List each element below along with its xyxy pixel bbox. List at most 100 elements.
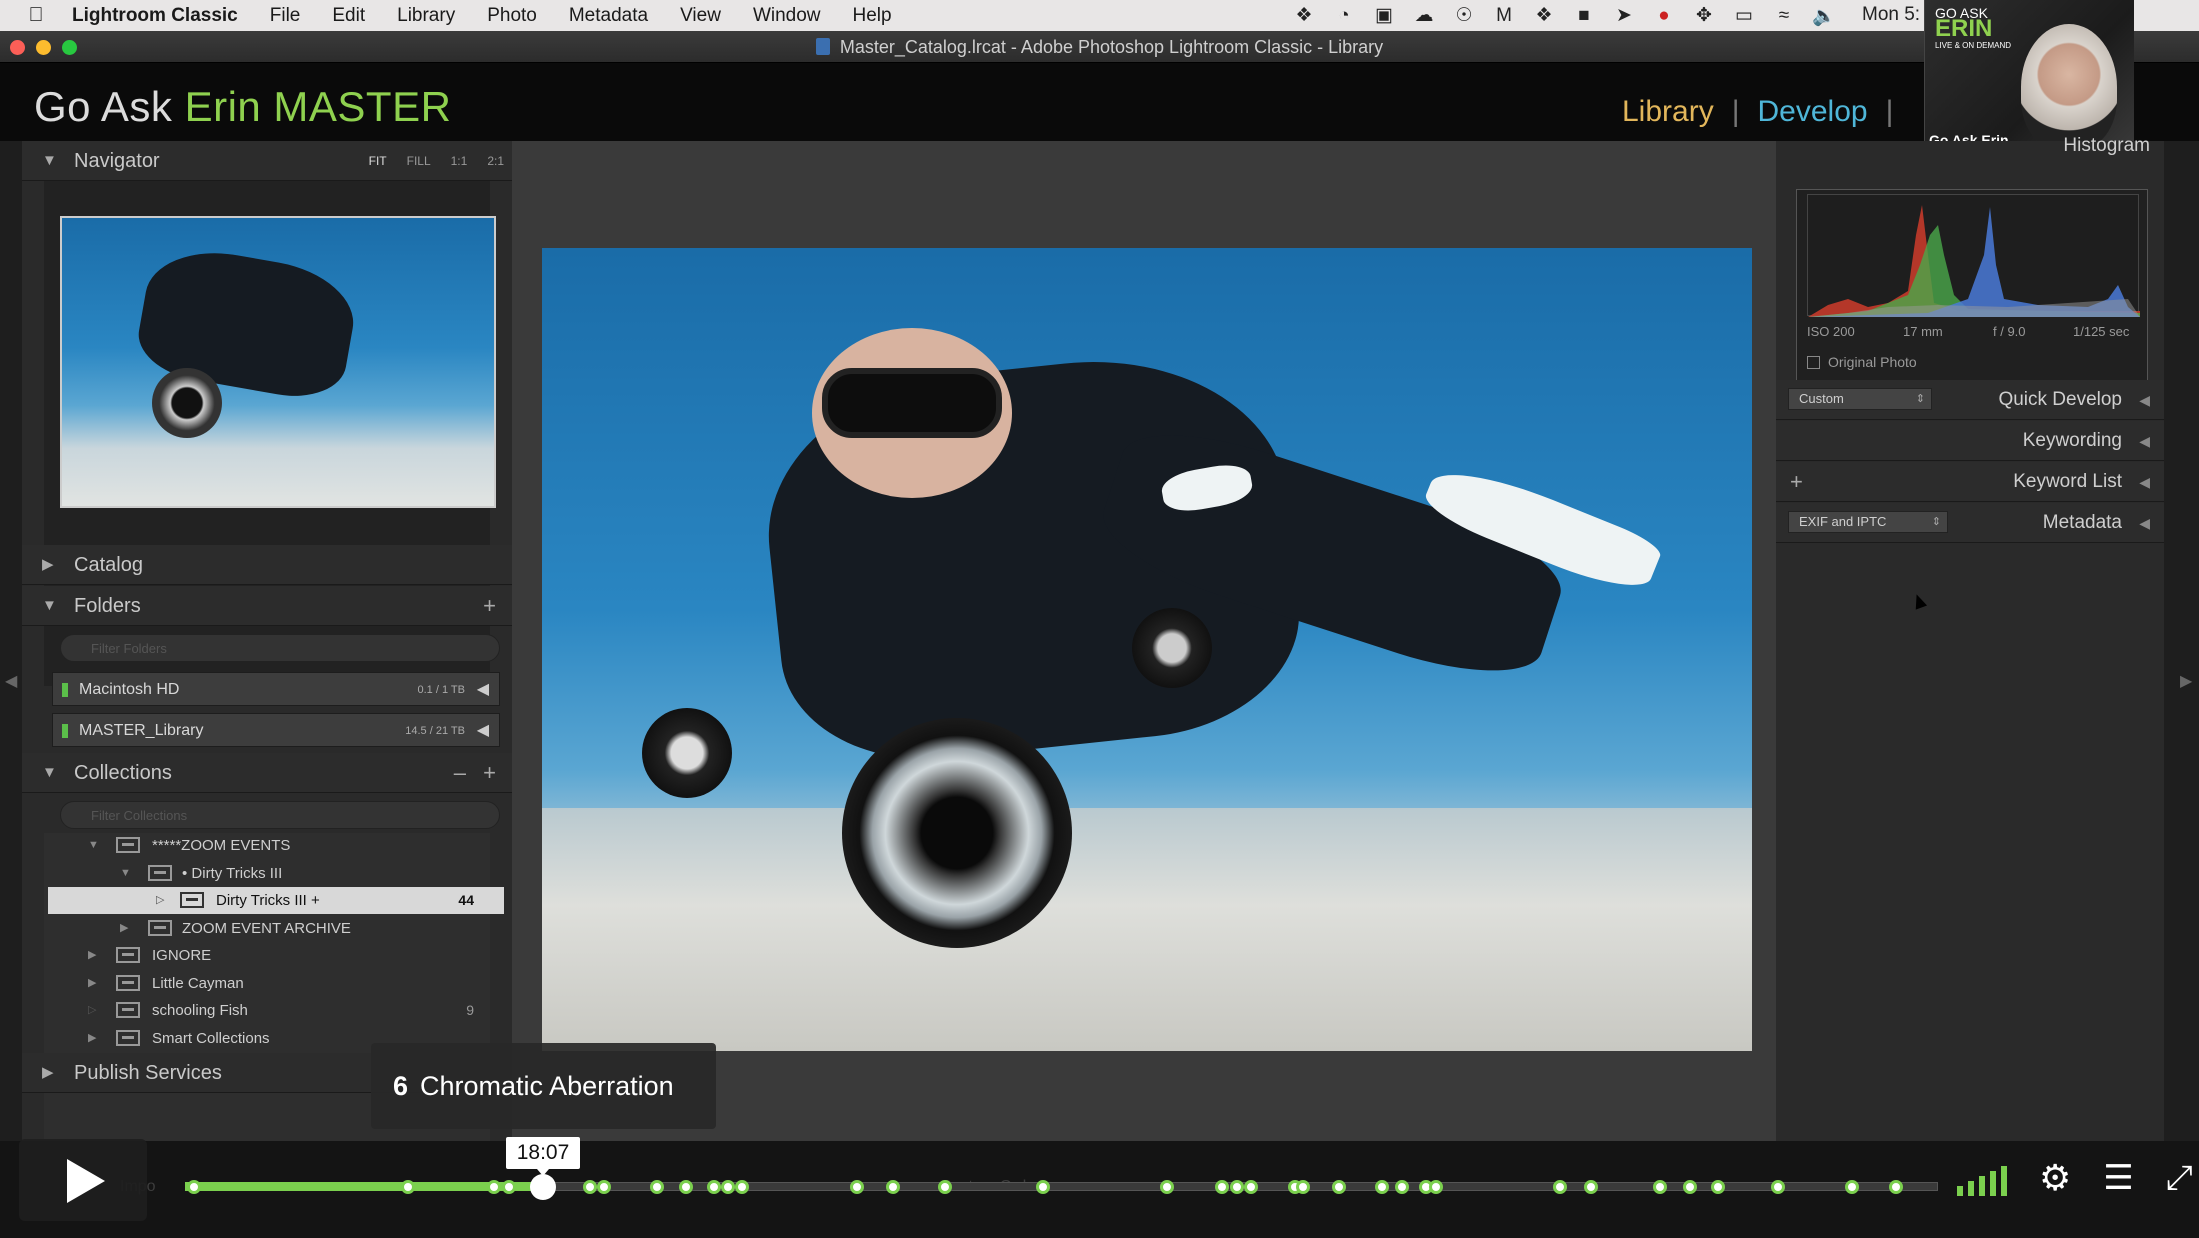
chapter-marker-dot[interactable] [1395, 1180, 1409, 1194]
password-icon[interactable]: ☉ [1450, 4, 1478, 27]
chapter-marker-dot[interactable] [583, 1180, 597, 1194]
chapter-marker-dot[interactable] [938, 1180, 952, 1194]
zoom-2-1[interactable]: 2:1 [487, 141, 504, 181]
add-keyword-plus-icon[interactable]: + [1790, 462, 1803, 502]
module-library[interactable]: Library [1622, 95, 1714, 129]
chapter-marker-dot[interactable] [735, 1180, 749, 1194]
scrubber-handle[interactable] [530, 1174, 556, 1200]
left-panel-toggle-icon[interactable]: ◀ [5, 671, 17, 691]
catalog-header[interactable]: ▶ Catalog [22, 545, 512, 585]
navigator-preview[interactable] [60, 216, 496, 508]
histogram-title[interactable]: Histogram [2063, 135, 2150, 157]
chapter-marker-dot[interactable] [1553, 1180, 1567, 1194]
chapter-marker-dot[interactable] [1889, 1180, 1903, 1194]
checkbox-icon[interactable] [1807, 356, 1820, 369]
menu-file[interactable]: File [254, 5, 317, 27]
collapse-triangle-icon[interactable]: ▼ [120, 860, 131, 887]
menu-photo[interactable]: Photo [471, 5, 553, 27]
chapter-marker-dot[interactable] [1036, 1180, 1050, 1194]
module-develop[interactable]: Develop [1758, 95, 1868, 129]
right-panel-toggle-icon[interactable]: ▶ [2180, 671, 2192, 691]
zoom-window-button[interactable] [62, 40, 77, 55]
fullscreen-icon[interactable]: ⤢ [2166, 1160, 2193, 1196]
menu-edit[interactable]: Edit [316, 5, 381, 27]
wifi-icon[interactable]: ≈ [1770, 5, 1798, 27]
play-button[interactable] [19, 1139, 147, 1221]
navigator-header[interactable]: ▼ Navigator FIT FILL 1:1 2:1 [22, 141, 512, 181]
keyword-list-header[interactable]: + Keyword List ◀ [1776, 462, 2164, 502]
expand-triangle-icon[interactable]: ▶ [120, 915, 128, 942]
chapter-marker-dot[interactable] [1375, 1180, 1389, 1194]
volume-macintosh-hd[interactable]: Macintosh HD 0.1 / 1 TB ◀ [52, 672, 500, 706]
expand-triangle-icon[interactable]: ◀ [2139, 421, 2150, 461]
keywording-header[interactable]: Keywording ◀ [1776, 421, 2164, 461]
menu-view[interactable]: View [664, 5, 737, 27]
m-app-icon[interactable]: M [1490, 5, 1518, 27]
gear-icon[interactable]: ⚙ [2039, 1160, 2071, 1196]
volume-arrow-icon[interactable]: ◀ [477, 714, 489, 748]
cloud-icon[interactable]: ☁ [1410, 4, 1438, 27]
collections-header[interactable]: ▼ Collections – + [22, 753, 512, 793]
chapter-marker-dot[interactable] [886, 1180, 900, 1194]
collection-set-ignore[interactable]: ▶ IGNORE [48, 942, 504, 969]
chapter-marker-dot[interactable] [1653, 1180, 1667, 1194]
zoom-1-1[interactable]: 1:1 [451, 141, 468, 181]
chapter-marker-dot[interactable] [1244, 1180, 1258, 1194]
menubar-clock[interactable]: Mon 5: [1862, 4, 1920, 26]
expand-triangle-icon[interactable]: ◀ [2139, 503, 2150, 543]
chapter-marker-dot[interactable] [1711, 1180, 1725, 1194]
collection-set-zoom-archive[interactable]: ▶ ZOOM EVENT ARCHIVE [48, 915, 504, 942]
chapter-marker-dot[interactable] [487, 1180, 501, 1194]
menu-app-name[interactable]: Lightroom Classic [72, 5, 254, 27]
metadata-preset-select[interactable]: EXIF and IPTC [1788, 511, 1948, 533]
original-photo-checkbox[interactable]: Original Photo [1807, 354, 1917, 370]
gauge-icon[interactable]: ◔ [1330, 5, 1358, 27]
box-icon[interactable]: ❖ [1530, 4, 1558, 27]
add-collection-plus-icon[interactable]: + [483, 753, 496, 793]
chapter-marker-dot[interactable] [1683, 1180, 1697, 1194]
chapter-marker-dot[interactable] [1584, 1180, 1598, 1194]
chapter-marker-dot[interactable] [650, 1180, 664, 1194]
screen-icon[interactable]: ▣ [1370, 4, 1398, 27]
loupe-view[interactable] [512, 141, 1776, 1141]
collapse-triangle-icon[interactable]: ▼ [88, 832, 99, 859]
chapter-marker-dot[interactable] [679, 1180, 693, 1194]
volume-master-library[interactable]: MASTER_Library 14.5 / 21 TB ◀ [52, 713, 500, 747]
quality-signal-icon[interactable] [1957, 1164, 2007, 1196]
chapter-marker-dot[interactable] [502, 1180, 516, 1194]
menu-library[interactable]: Library [381, 5, 471, 27]
chapter-marker-dot[interactable] [1429, 1180, 1443, 1194]
remove-collection-minus-icon[interactable]: – [454, 753, 466, 793]
expand-triangle-icon[interactable]: ◀ [2139, 380, 2150, 420]
expand-triangle-icon[interactable]: ▶ [88, 970, 96, 997]
expand-triangle-icon[interactable]: ▶ [88, 942, 96, 969]
expand-triangle-icon[interactable]: ◀ [2139, 462, 2150, 502]
collection-dirty-tricks-selected[interactable]: ▷ Dirty Tricks III + 44 [48, 887, 504, 914]
chapters-list-icon[interactable]: ☰ [2103, 1160, 2133, 1196]
menu-metadata[interactable]: Metadata [553, 5, 664, 27]
collection-set-zoom-events[interactable]: ▼ *****ZOOM EVENTS [48, 832, 504, 859]
zoom-fill[interactable]: FILL [407, 141, 431, 181]
volume-icon[interactable]: 🔈 [1810, 4, 1838, 28]
chapter-marker-dot[interactable] [401, 1180, 415, 1194]
chapter-marker-dot[interactable] [1230, 1180, 1244, 1194]
collection-schooling-fish[interactable]: ▷ schooling Fish 9 [48, 997, 504, 1024]
record-icon[interactable]: ● [1650, 5, 1678, 27]
dropbox-icon[interactable]: ❖ [1290, 4, 1318, 27]
left-panel-edge[interactable]: ◀ [0, 141, 22, 1141]
minimize-window-button[interactable] [36, 40, 51, 55]
chapter-marker-dot[interactable] [187, 1180, 201, 1194]
collection-set-dirty-tricks[interactable]: ▼ • Dirty Tricks III [48, 860, 504, 887]
expand-triangle-icon[interactable]: ▷ [156, 887, 164, 914]
filter-collections-input[interactable]: Filter Collections [60, 801, 500, 829]
menu-window[interactable]: Window [737, 5, 837, 27]
chapter-marker-dot[interactable] [597, 1180, 611, 1194]
quick-develop-header[interactable]: Custom Quick Develop ◀ [1776, 380, 2164, 420]
finder-icon[interactable]: ■ [1570, 5, 1598, 27]
chapter-marker-dot[interactable] [1160, 1180, 1174, 1194]
right-panel-edge[interactable]: ▶ [2164, 141, 2199, 1141]
volume-arrow-icon[interactable]: ◀ [477, 673, 489, 707]
chapter-marker-dot[interactable] [1845, 1180, 1859, 1194]
add-folder-plus-icon[interactable]: + [483, 586, 496, 626]
chapter-marker-dot[interactable] [1771, 1180, 1785, 1194]
